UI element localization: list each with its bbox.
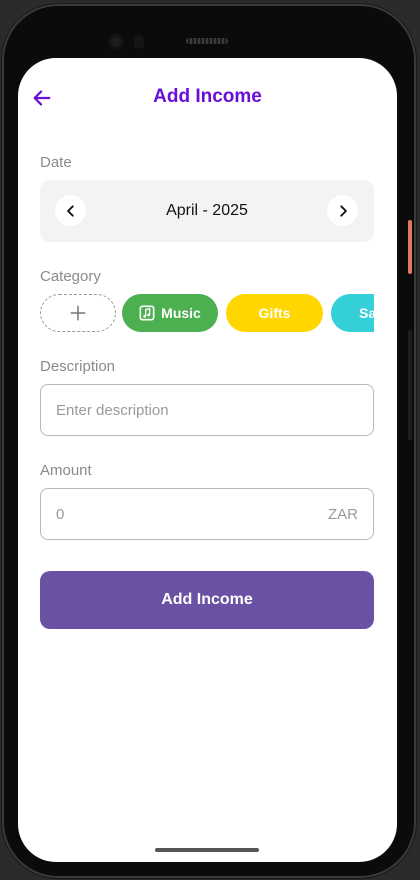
category-label: Category — [40, 268, 101, 285]
category-chip-label: Gifts — [258, 305, 291, 321]
earpiece-speaker — [186, 38, 228, 44]
description-field — [40, 384, 374, 436]
amount-input[interactable] — [56, 489, 316, 539]
date-label: Date — [40, 154, 72, 171]
app-screen: Add Income Date April - 2025 Category Mu… — [18, 58, 397, 862]
date-picker: April - 2025 — [40, 180, 374, 242]
chevron-right-icon — [339, 204, 347, 217]
category-chip-partial[interactable]: Sa — [331, 294, 374, 332]
category-chip-gifts[interactable]: Gifts — [226, 294, 323, 332]
next-month-button[interactable] — [327, 195, 358, 226]
add-category-button[interactable] — [40, 294, 116, 332]
front-camera — [108, 34, 124, 50]
category-chip-label: Music — [161, 305, 201, 321]
amount-label: Amount — [40, 462, 92, 479]
category-chip-label: Sa — [359, 305, 374, 321]
app-header: Add Income — [18, 80, 397, 116]
page-title: Add Income — [153, 86, 262, 107]
amount-field: ZAR — [40, 488, 374, 540]
selected-month: April - 2025 — [166, 202, 248, 219]
currency-suffix: ZAR — [328, 506, 358, 523]
description-label: Description — [40, 358, 116, 375]
category-chip-music[interactable]: Music — [122, 294, 218, 332]
power-button — [408, 220, 412, 274]
description-input[interactable] — [56, 385, 316, 435]
home-indicator — [155, 848, 259, 852]
volume-button — [408, 330, 412, 440]
sensor — [134, 35, 144, 49]
add-income-button[interactable]: Add Income — [40, 571, 374, 629]
music-note-icon — [139, 305, 155, 321]
category-chip-list: Music Gifts Sa — [40, 294, 374, 334]
phone-frame: Add Income Date April - 2025 Category Mu… — [2, 4, 416, 878]
plus-icon — [70, 305, 86, 321]
